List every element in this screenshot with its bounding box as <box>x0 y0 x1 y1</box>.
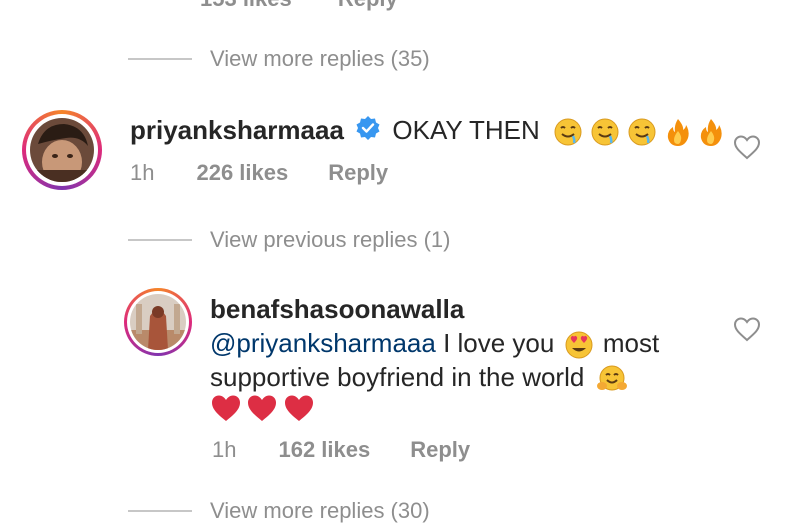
profile-photo <box>30 118 94 182</box>
hugging-face-icon <box>596 365 627 391</box>
drooling-face-icon <box>628 118 656 146</box>
view-more-replies-toggle[interactable]: View more replies (35) <box>128 46 430 72</box>
reply-button[interactable]: Reply <box>410 437 470 463</box>
reply-button[interactable]: Reply <box>328 160 388 186</box>
red-heart-icon <box>212 395 240 421</box>
profile-photo <box>130 294 186 350</box>
previous-reply[interactable]: Reply <box>338 0 398 11</box>
thread-line <box>128 239 192 241</box>
comment-header-benafshasoonawalla: benafshasoonawalla <box>210 292 464 326</box>
view-previous-replies-toggle[interactable]: View previous replies (1) <box>128 227 450 253</box>
thread-line <box>128 58 192 60</box>
comment-body-benafshasoonawalla: @priyanksharmaaa I love you most <box>210 326 659 360</box>
verified-badge-icon <box>355 115 381 149</box>
previous-comment-meta: 153 likes Reply <box>200 0 398 12</box>
drooling-face-icon <box>554 118 582 146</box>
red-heart-icon <box>248 395 277 421</box>
comment-text-part-1: I love you <box>443 328 555 358</box>
view-more-replies-toggle[interactable]: View more replies (30) <box>128 498 430 524</box>
thread-line <box>128 510 192 512</box>
view-more-replies-label[interactable]: View more replies (30) <box>210 498 430 524</box>
drooling-face-icon <box>591 118 619 146</box>
fire-icon <box>700 119 722 147</box>
previous-likes: 153 likes <box>200 0 292 11</box>
comment-time: 1h <box>130 160 155 185</box>
avatar-priyanksharmaaa[interactable] <box>22 110 102 190</box>
comment-username[interactable]: benafshasoonawalla <box>210 294 464 324</box>
emoji-group <box>553 113 724 147</box>
avatar-benafshasoonawalla[interactable] <box>124 288 192 356</box>
comment-text: OKAY THEN <box>392 115 540 145</box>
red-heart-icon <box>284 395 313 421</box>
heart-eyes-icon <box>565 331 593 359</box>
comment-text-part-3: supportive boyfriend in the world <box>210 362 585 392</box>
comment-username[interactable]: priyanksharmaaa <box>130 115 344 145</box>
comment-body-priyanksharmaaa: priyanksharmaaa OKAY THEN <box>130 113 724 149</box>
heart-outline-icon <box>733 317 761 342</box>
mention-link[interactable]: @priyanksharmaaa <box>210 328 436 358</box>
comment-likes[interactable]: 226 likes <box>196 160 288 186</box>
view-more-replies-label[interactable]: View more replies (35) <box>210 46 430 72</box>
view-previous-replies-label[interactable]: View previous replies (1) <box>210 227 450 253</box>
like-comment-button[interactable] <box>733 134 761 165</box>
heart-emoji-row <box>210 393 315 423</box>
heart-outline-icon <box>733 135 761 160</box>
comment-likes[interactable]: 162 likes <box>278 437 370 463</box>
fire-icon <box>667 119 689 147</box>
comment-body-line-2: supportive boyfriend in the world <box>210 360 628 394</box>
comment-text-part-2: most <box>602 328 660 358</box>
like-comment-button[interactable] <box>733 316 761 347</box>
comment-meta-benafshasoonawalla: 1h 162 likes Reply <box>212 437 470 463</box>
comment-meta-priyanksharmaaa: 1h 226 likes Reply <box>130 160 388 186</box>
comment-time: 1h <box>212 437 237 462</box>
